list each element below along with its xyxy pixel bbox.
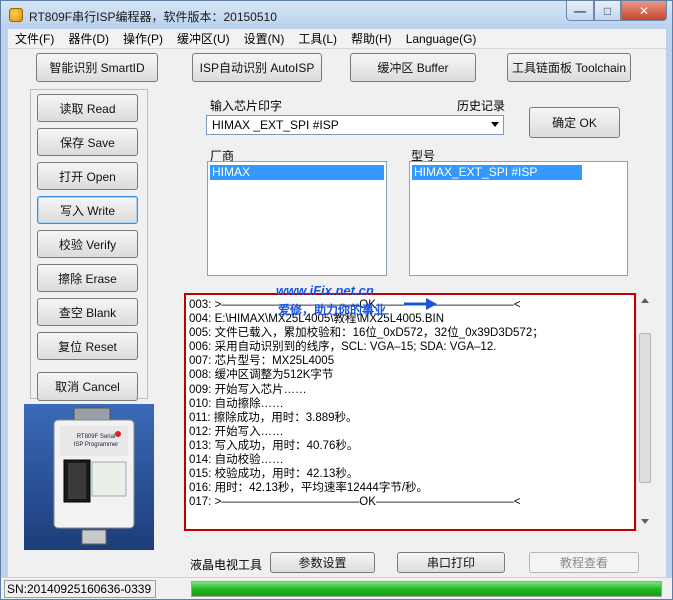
log-line: 011: 擦除成功，用时：3.889秒。 xyxy=(189,411,358,424)
chip-input-label: 输入芯片印字 xyxy=(210,99,283,113)
minimize-button[interactable]: — xyxy=(566,1,594,21)
serial-print-button[interactable]: 串口打印 xyxy=(397,552,505,573)
progress-bar xyxy=(191,581,662,597)
app-icon xyxy=(9,8,23,22)
log-line: 013: 写入成功，用时：40.76秒。 xyxy=(189,439,359,452)
chip-marking-combo[interactable]: HIMAX _EXT_SPI #ISP xyxy=(206,115,504,135)
model-list[interactable]: HIMAX_EXT_SPI #ISP xyxy=(409,161,628,276)
log-line: 008: 缓冲区调整为512K字节 xyxy=(189,369,334,382)
scroll-up-icon[interactable] xyxy=(641,298,649,303)
vendor-list[interactable]: HIMAX xyxy=(207,161,387,276)
autoisp-button[interactable]: ISP自动识别 AutoISP xyxy=(192,53,322,82)
log-output[interactable]: 003: >————————————OK————————————< 004: E… xyxy=(184,293,636,531)
toolchain-button[interactable]: 工具链面板 Toolchain xyxy=(507,53,631,82)
progress-fill xyxy=(192,582,661,596)
maximize-button[interactable]: □ xyxy=(594,1,621,21)
save-button[interactable]: 保存 Save xyxy=(37,128,138,156)
watermark-site: www.iFix.net.cn xyxy=(276,283,374,298)
log-line: 006: 采用自动识别到的线序，SCL: VGA–15; SDA: VGA–12… xyxy=(189,341,497,354)
log-line: 010: 自动擦除…… xyxy=(189,397,284,410)
programmer-illustration: RT809F Serial ISP Programmer xyxy=(24,404,154,550)
vendor-list-item[interactable]: HIMAX xyxy=(210,165,384,180)
write-button[interactable]: 写入 Write xyxy=(37,196,138,224)
read-button[interactable]: 读取 Read xyxy=(37,94,138,122)
tutorial-button[interactable]: 教程查看 xyxy=(529,552,639,573)
app-window: RT809F串行ISP编程器，软件版本：20150510 — □ ✕ 文件(F)… xyxy=(0,0,673,600)
log-line: 017: >————————————OK————————————< xyxy=(189,496,521,509)
log-line: 015: 校验成功，用时：42.13秒。 xyxy=(189,468,359,481)
buffer-button[interactable]: 缓冲区 Buffer xyxy=(350,53,476,82)
close-button[interactable]: ✕ xyxy=(621,1,667,21)
lcd-tool-label: 液晶电视工具 xyxy=(190,558,263,572)
menu-language[interactable]: Language(G) xyxy=(399,32,484,46)
log-line: 016: 用时：42.13秒，平均速率12444字节/秒。 xyxy=(189,482,429,495)
window-title: RT809F串行ISP编程器，软件版本：20150510 xyxy=(29,10,277,24)
menu-bar: 文件(F) 器件(D) 操作(P) 缓冲区(U) 设置(N) 工具(L) 帮助(… xyxy=(8,29,666,49)
programmer-image: RT809F Serial ISP Programmer xyxy=(24,404,154,550)
log-line: 005: 文件已载入，累加校验和：16位_0xD572，32位_0x39D3D5… xyxy=(189,327,544,340)
erase-button[interactable]: 擦除 Erase xyxy=(37,264,138,292)
menu-file[interactable]: 文件(F) xyxy=(8,30,61,47)
log-line: 014: 自动校验…… xyxy=(189,454,284,467)
open-button[interactable]: 打开 Open xyxy=(37,162,138,190)
smartid-button[interactable]: 智能识别 SmartID xyxy=(36,53,158,82)
scroll-thumb[interactable] xyxy=(639,333,651,483)
cancel-button[interactable]: 取消 Cancel xyxy=(37,372,138,401)
arrow-icon xyxy=(404,298,437,310)
scroll-down-icon[interactable] xyxy=(641,519,649,524)
blank-button[interactable]: 查空 Blank xyxy=(37,298,138,326)
menu-device[interactable]: 器件(D) xyxy=(61,30,116,47)
serial-number: SN:20140925160636-0339 xyxy=(4,580,156,598)
device-label-1: RT809F Serial xyxy=(77,434,116,440)
menu-buffer[interactable]: 缓冲区(U) xyxy=(170,30,237,47)
params-button[interactable]: 参数设置 xyxy=(270,552,375,573)
history-label: 历史记录 xyxy=(457,99,506,113)
verify-button[interactable]: 校验 Verify xyxy=(37,230,138,258)
menu-operation[interactable]: 操作(P) xyxy=(116,30,170,47)
menu-help[interactable]: 帮助(H) xyxy=(344,30,399,47)
watermark-slogan: 爱修，助力你的事业 xyxy=(278,303,387,317)
chevron-down-icon[interactable] xyxy=(491,122,499,127)
log-line: 004: E:\HIMAX\MX25L4005\教程\MX25L4005.BIN xyxy=(189,313,445,326)
title-bar[interactable]: RT809F串行ISP编程器，软件版本：20150510 — □ ✕ xyxy=(1,1,672,29)
device-label-2: ISP Programmer xyxy=(74,442,119,448)
chip-marking-value: HIMAX _EXT_SPI #ISP xyxy=(212,118,339,132)
client-area: 智能识别 SmartID ISP自动识别 AutoISP 缓冲区 Buffer … xyxy=(8,49,666,577)
log-scrollbar[interactable] xyxy=(636,293,653,531)
confirm-ok-button[interactable]: 确定 OK xyxy=(529,107,620,138)
reset-button[interactable]: 复位 Reset xyxy=(37,332,138,360)
log-line: 012: 开始写入…… xyxy=(189,425,284,438)
log-line: 009: 开始写入芯片…… xyxy=(189,383,307,396)
status-bar: SN:20140925160636-0339 xyxy=(1,577,672,599)
menu-tools[interactable]: 工具(L) xyxy=(291,30,344,47)
model-list-item[interactable]: HIMAX_EXT_SPI #ISP xyxy=(412,165,582,180)
log-line: 007: 芯片型号：MX25L4005 xyxy=(189,355,335,368)
menu-settings[interactable]: 设置(N) xyxy=(237,30,292,47)
